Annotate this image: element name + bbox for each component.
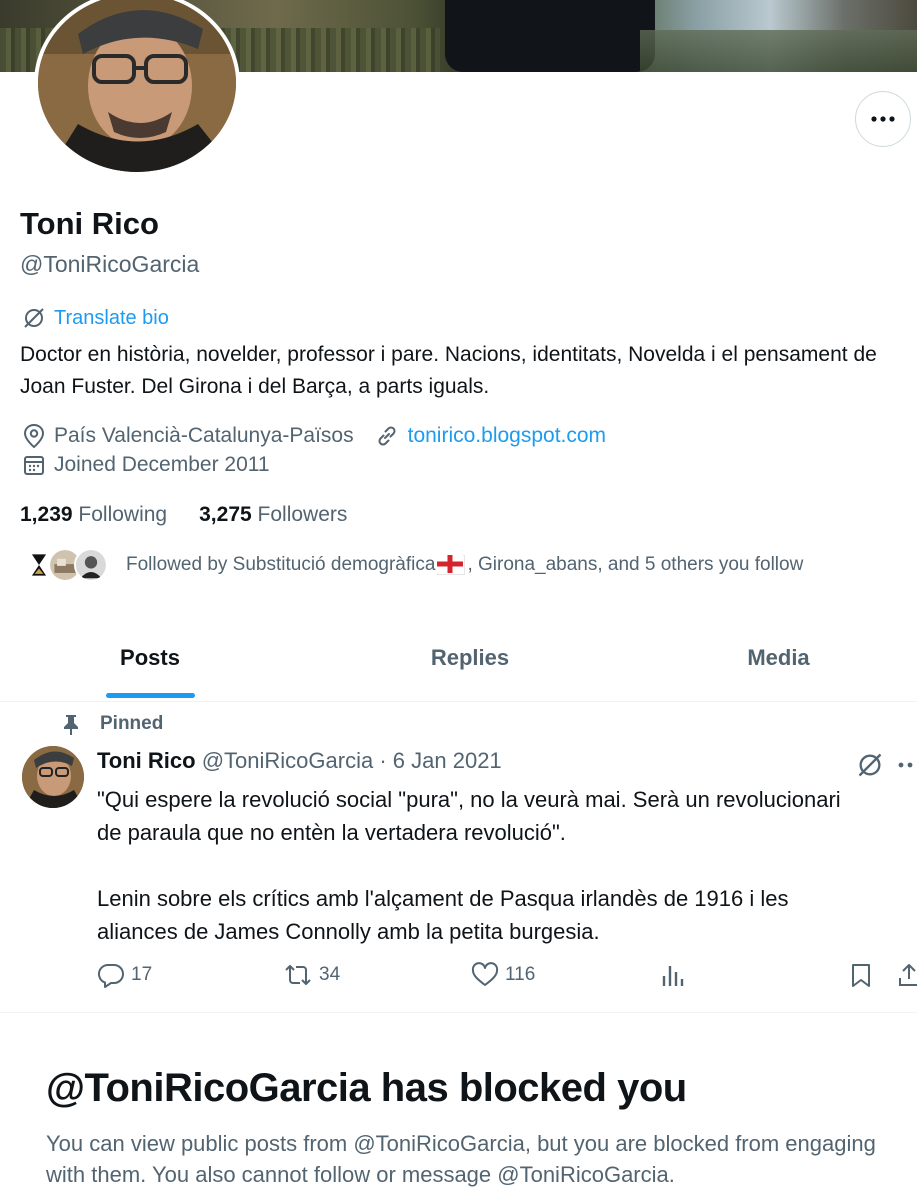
like-count: 116 — [505, 964, 536, 985]
link-icon — [378, 426, 396, 446]
repost-button[interactable]: 34 — [283, 962, 340, 988]
bookmark-icon — [852, 964, 870, 987]
followed-by-prefix: Followed by Substitució demogràfica — [126, 554, 436, 575]
post-paragraph-1: "Qui espere la revolució social "pura", … — [97, 783, 917, 849]
translate-bio-link[interactable]: Translate bio — [22, 306, 169, 330]
followed-by-avatars — [22, 548, 108, 582]
analytics-icon — [662, 966, 684, 986]
tab-replies-label: Replies — [430, 645, 510, 670]
profile-joined: Joined December 2011 — [22, 453, 270, 477]
post-avatar-photo — [22, 746, 84, 808]
tab-posts[interactable]: Posts — [0, 615, 300, 701]
tab-media-label: Media — [747, 645, 810, 670]
like-button[interactable]: 116 — [471, 962, 535, 988]
profile-location-text: País Valencià-Catalunya-Països — [54, 424, 354, 447]
blocked-title: @ToniRicoGarcia has blocked you — [46, 1066, 687, 1110]
followers-label: Followers — [257, 503, 348, 526]
follower-avatar-portrait — [74, 548, 108, 582]
post-translate-icon[interactable] — [856, 751, 884, 779]
post-text: "Qui espere la revolució social "pura", … — [97, 783, 917, 948]
profile-joined-row: Joined December 2011 — [22, 453, 270, 477]
avatar-photo — [38, 0, 236, 172]
pinned-label: Pinned — [100, 713, 164, 734]
more-horizontal-icon — [871, 116, 895, 122]
tab-media[interactable]: Media — [640, 615, 917, 701]
post-line-2: de paraula que no entèn la vertadera rev… — [97, 820, 566, 845]
share-button[interactable] — [897, 962, 917, 988]
profile-avatar[interactable] — [34, 0, 240, 176]
post-author-name[interactable]: Toni Rico — [97, 748, 196, 773]
share-icon — [899, 964, 917, 986]
more-options-button[interactable] — [855, 91, 911, 147]
blocked-message: You can view public posts from @ToniRico… — [46, 1131, 876, 1187]
post-more-icon[interactable] — [898, 762, 917, 768]
profile-tabs: Posts Replies Media — [0, 615, 917, 702]
followed-by-suffix: , Girona_abans, and 5 others you follow — [467, 554, 804, 575]
profile-joined-text: Joined December 2011 — [54, 453, 270, 476]
repost-icon — [285, 965, 311, 985]
banner-figure — [445, 0, 655, 72]
tab-replies[interactable]: Replies — [300, 615, 640, 701]
flag-cross — [437, 555, 464, 573]
tab-posts-label: Posts — [120, 645, 180, 670]
pin-icon — [64, 715, 78, 735]
views-button[interactable] — [660, 962, 686, 988]
profile-location: País Valencià-Catalunya-Països — [22, 423, 354, 449]
post-separator: · — [379, 748, 387, 773]
reply-count: 17 — [131, 964, 153, 985]
active-tab-indicator — [106, 693, 195, 698]
post-paragraph-2: Lenin sobre els crítics amb l'alçament d… — [97, 882, 917, 948]
following-label: Following — [78, 503, 168, 526]
heart-icon — [471, 962, 499, 986]
post-author-handle[interactable]: @ToniRicoGarcia — [202, 748, 374, 773]
banner-shore — [640, 30, 917, 72]
following-stat[interactable]: 1,239 Following — [20, 503, 167, 527]
repost-count: 34 — [319, 964, 341, 985]
followers-stat[interactable]: 3,275 Followers — [199, 503, 347, 527]
post-date[interactable]: 6 Jan 2021 — [393, 748, 502, 773]
reply-button[interactable]: 17 — [97, 962, 152, 988]
translate-bio-label: Translate bio — [54, 306, 169, 329]
profile-website[interactable]: tonirico.blogspot.com — [374, 423, 606, 449]
post-line-3: Lenin sobre els crítics amb l'alçament d… — [97, 886, 789, 911]
saint-george-flag-icon — [437, 555, 466, 575]
post-author-avatar[interactable] — [22, 746, 84, 808]
following-count: 1,239 — [20, 503, 73, 526]
pinned-indicator: Pinned — [62, 713, 163, 735]
post-header: Toni Rico @ToniRicoGarcia · 6 Jan 2021 — [97, 748, 502, 774]
profile-meta-row: País Valencià-Catalunya-Països tonirico.… — [22, 423, 606, 449]
calendar-icon — [24, 456, 44, 475]
post-actions: 17 34 116 — [97, 962, 917, 992]
location-pin-icon — [23, 423, 45, 449]
translate-icon — [24, 308, 44, 328]
followed-by-row[interactable]: Followed by Substitució demogràfica , Gi… — [22, 548, 803, 582]
section-divider — [0, 1012, 917, 1013]
profile-stats: 1,239 Following 3,275 Followers — [20, 503, 347, 527]
profile-name: Toni Rico — [20, 206, 159, 241]
post-line-1: "Qui espere la revolució social "pura", … — [97, 787, 841, 812]
profile-bio: Doctor en història, novelder, professor … — [20, 343, 877, 398]
profile-handle: @ToniRicoGarcia — [20, 251, 200, 277]
reply-icon — [97, 963, 124, 988]
bookmark-button[interactable] — [849, 962, 873, 988]
post-line-4: aliances de James Connolly amb la petita… — [97, 919, 600, 944]
profile-website-link[interactable]: tonirico.blogspot.com — [408, 424, 606, 448]
followers-count: 3,275 — [199, 503, 252, 526]
